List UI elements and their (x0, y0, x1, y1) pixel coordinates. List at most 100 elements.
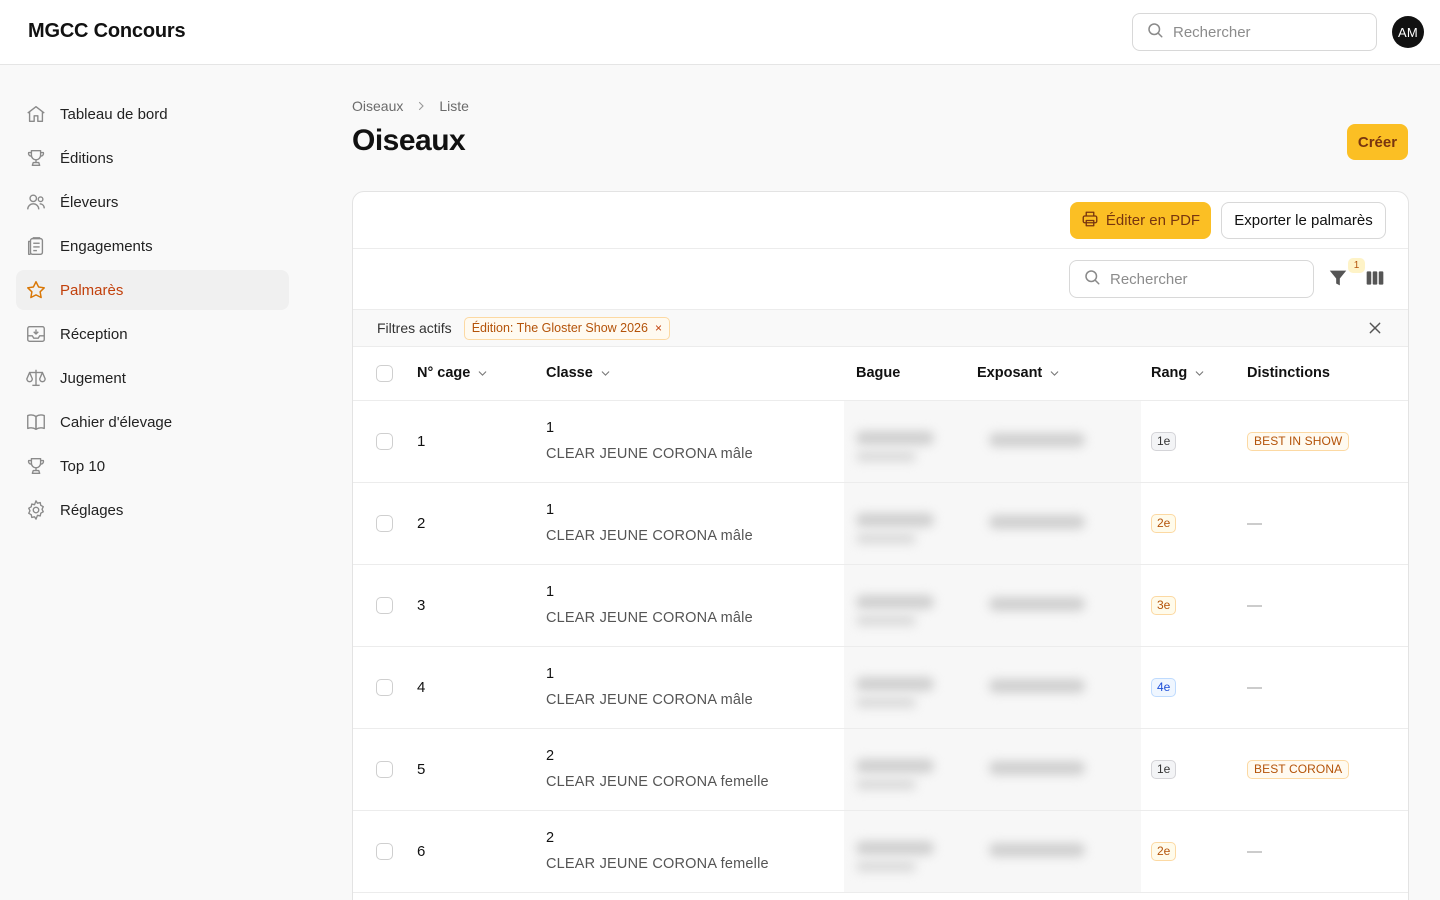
sidebar-item-label: Engagements (60, 237, 153, 255)
cell-classe: 2 CLEAR JEUNE CORONA femelle (546, 810, 844, 892)
class-number: 1 (546, 584, 555, 600)
column-header-exposant[interactable]: Exposant (977, 347, 1143, 400)
table-row[interactable]: 1 1 CLEAR JEUNE CORONA mâle 1e BEST IN S… (353, 400, 1408, 482)
class-number: 1 (546, 666, 555, 682)
select-all-checkbox[interactable] (376, 364, 393, 382)
trophy-icon (24, 146, 48, 170)
row-checkbox[interactable] (376, 678, 393, 696)
cage-number: 3 (417, 596, 426, 614)
cell-bague-redacted (844, 400, 977, 482)
cell-rang: 4e (1143, 646, 1247, 728)
rank-badge: 1e (1151, 759, 1177, 779)
table-row[interactable]: 3 1 CLEAR JEUNE CORONA mâle 3e — (353, 564, 1408, 646)
create-button[interactable]: Créer (1347, 124, 1408, 160)
avatar[interactable]: AM (1392, 16, 1424, 48)
row-checkbox[interactable] (376, 842, 393, 860)
sidebar: Tableau de bord Éditions Éleveurs Engage… (16, 94, 289, 534)
top-bar: MGCC Concours AM (0, 0, 1440, 65)
breadcrumb-parent[interactable]: Oiseaux (352, 98, 403, 114)
cell-cage: 3 (417, 564, 546, 646)
sidebar-item-label: Tableau de bord (60, 105, 168, 123)
sidebar-item-label: Palmarès (60, 281, 124, 299)
columns-icon[interactable] (1365, 268, 1385, 290)
cell-exposant-redacted (977, 400, 1143, 482)
cell-exposant-redacted (977, 810, 1143, 892)
column-header-rang[interactable]: Rang (1143, 347, 1247, 400)
row-checkbox[interactable] (376, 596, 393, 614)
table-row[interactable]: 5 2 CLEAR JEUNE CORONA femelle 1e BEST C… (353, 728, 1408, 810)
class-name: CLEAR JEUNE CORONA femelle (546, 774, 769, 790)
cage-number: 2 (417, 514, 426, 532)
cell-classe: 1 CLEAR JEUNE CORONA mâle (546, 400, 844, 482)
export-pdf-label: Éditer en PDF (1105, 212, 1201, 229)
class-name: CLEAR JEUNE CORONA mâle (546, 528, 753, 544)
search-icon (1083, 268, 1101, 291)
sidebar-item-engagements[interactable]: Engagements (16, 226, 289, 266)
global-search[interactable] (1132, 13, 1377, 51)
active-filters-label: Filtres actifs (377, 320, 452, 336)
cell-rang: 2e (1143, 482, 1247, 564)
row-checkbox[interactable] (376, 432, 393, 450)
rank-badge: 2e (1151, 841, 1177, 861)
scale-icon (24, 366, 48, 390)
column-header-distinctions: Distinctions (1247, 365, 1330, 382)
class-name: CLEAR JEUNE CORONA femelle (546, 856, 769, 872)
rank-badge: 1e (1151, 431, 1177, 451)
cell-classe: 2 CLEAR JEUNE CORONA femelle (546, 728, 844, 810)
class-name: CLEAR JEUNE CORONA mâle (546, 610, 753, 626)
table-search-input[interactable] (1110, 270, 1300, 288)
cell-bague-redacted (844, 564, 977, 646)
cell-exposant-redacted (977, 728, 1143, 810)
cell-exposant-redacted (977, 564, 1143, 646)
table-actions-bar: Éditer en PDF Exporter le palmarès (353, 192, 1408, 249)
cell-classe: 1 CLEAR JEUNE CORONA mâle (546, 646, 844, 728)
export-pdf-button[interactable]: Éditer en PDF (1070, 202, 1211, 239)
sidebar-item-editions[interactable]: Éditions (16, 138, 289, 178)
filter-chip-label: Édition: The Gloster Show 2026 (471, 321, 648, 335)
chevron-down-icon (1048, 367, 1061, 380)
table-row[interactable]: 4 1 CLEAR JEUNE CORONA mâle 4e — (353, 646, 1408, 728)
remove-filter-icon[interactable]: × (655, 321, 662, 335)
class-number: 1 (546, 420, 555, 436)
sidebar-item-label: Réception (60, 325, 128, 343)
app-title: MGCC Concours (28, 20, 186, 42)
distinction-value: — (1247, 596, 1262, 614)
sidebar-item-reglages[interactable]: Réglages (16, 490, 289, 530)
row-checkbox[interactable] (376, 514, 393, 532)
cell-rang: 1e (1143, 728, 1247, 810)
sidebar-item-cahier[interactable]: Cahier d'élevage (16, 402, 289, 442)
printer-icon (1081, 210, 1099, 232)
sidebar-item-reception[interactable]: Réception (16, 314, 289, 354)
cage-number: 1 (417, 432, 426, 450)
column-header-classe[interactable]: Classe (546, 347, 844, 400)
cell-distinctions: BEST IN SHOW (1247, 400, 1408, 482)
distinction-value: BEST IN SHOW (1247, 431, 1350, 451)
export-palmares-button[interactable]: Exporter le palmarès (1221, 202, 1386, 239)
sidebar-item-eleveurs[interactable]: Éleveurs (16, 182, 289, 222)
global-search-input[interactable] (1173, 23, 1363, 41)
distinction-value: BEST CORONA (1247, 759, 1350, 779)
cell-exposant-redacted (977, 482, 1143, 564)
class-number: 2 (546, 748, 555, 764)
table-search[interactable] (1069, 260, 1314, 298)
cell-cage: 1 (417, 400, 546, 482)
class-name: CLEAR JEUNE CORONA mâle (546, 692, 753, 708)
column-header-cage[interactable]: N° cage (417, 347, 546, 400)
distinction-value: — (1247, 678, 1262, 696)
page-title: Oiseaux (352, 124, 466, 157)
close-icon[interactable] (1367, 320, 1383, 336)
sidebar-item-jugement[interactable]: Jugement (16, 358, 289, 398)
row-checkbox[interactable] (376, 760, 393, 778)
home-icon (24, 102, 48, 126)
cell-rang: 2e (1143, 810, 1247, 892)
star-icon (24, 278, 48, 302)
sidebar-item-top10[interactable]: Top 10 (16, 446, 289, 486)
sidebar-item-palmares[interactable]: Palmarès (16, 270, 289, 310)
sidebar-item-dashboard[interactable]: Tableau de bord (16, 94, 289, 134)
cell-cage: 2 (417, 482, 546, 564)
table-row[interactable]: 2 1 CLEAR JEUNE CORONA mâle 2e — (353, 482, 1408, 564)
table-row[interactable]: 6 2 CLEAR JEUNE CORONA femelle 2e — (353, 810, 1408, 892)
cell-cage: 6 (417, 810, 546, 892)
filter-icon[interactable] (1327, 267, 1349, 291)
table-card: Éditer en PDF Exporter le palmarès 1 Fil… (352, 191, 1409, 900)
